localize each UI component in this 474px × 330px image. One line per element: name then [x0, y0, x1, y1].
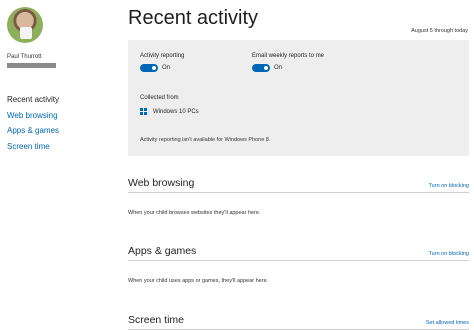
section-title-apps-games: Apps & games [128, 245, 197, 257]
toggle-knob [264, 66, 268, 70]
section-web-browsing: Web browsing Turn on blocking When your … [128, 177, 469, 216]
avatar[interactable] [7, 7, 43, 43]
section-title-screen-time: Screen time [128, 314, 185, 326]
user-name: Paul Thurrott [7, 54, 42, 60]
avatar-photo-detail [20, 27, 32, 39]
date-range: August 5 through today [411, 28, 468, 34]
availability-note: Activity reporting isn't available for W… [140, 137, 271, 143]
section-title-web-browsing: Web browsing [128, 177, 195, 189]
section-screen-time: Screen time Set allowed times [128, 314, 469, 330]
section-desc-web-browsing: When your child browses websites they'll… [128, 210, 261, 216]
activity-summary-panel: Activity reporting On Email weekly repor… [128, 40, 469, 156]
page-title: Recent activity [128, 7, 259, 29]
section-desc-apps-games: When your child uses apps or games, they… [128, 278, 269, 284]
toggle-knob [152, 66, 156, 70]
device-label: Windows 10 PCs [153, 108, 199, 115]
turn-on-blocking-apps-link[interactable]: Turn on blocking [429, 251, 469, 257]
activity-reporting-state: On [162, 65, 171, 71]
sidebar-nav: Recent activity Web browsing Apps & game… [7, 92, 59, 154]
section-apps-games: Apps & games Turn on blocking When your … [128, 245, 469, 284]
activity-reporting-label: Activity reporting [140, 53, 185, 59]
device-row: Windows 10 PCs [140, 108, 199, 115]
user-email-redacted [7, 63, 56, 68]
collected-from-label: Collected from [140, 95, 179, 101]
sidebar-item-web-browsing[interactable]: Web browsing [7, 108, 59, 124]
turn-on-blocking-web-link[interactable]: Turn on blocking [429, 183, 469, 189]
windows-logo-icon [140, 108, 147, 115]
sidebar-item-apps-games[interactable]: Apps & games [7, 123, 59, 139]
activity-reporting-toggle[interactable] [140, 64, 158, 72]
email-reports-label: Email weekly reports to me [252, 53, 325, 59]
set-allowed-times-link[interactable]: Set allowed times [426, 320, 469, 326]
email-reports-state: On [274, 65, 283, 71]
email-reports-toggle[interactable] [252, 64, 270, 72]
sidebar-item-recent-activity[interactable]: Recent activity [7, 92, 59, 108]
email-reports-setting: Email weekly reports to me On [252, 53, 324, 72]
sidebar-item-screen-time[interactable]: Screen time [7, 139, 59, 155]
activity-reporting-setting: Activity reporting On [140, 53, 184, 72]
